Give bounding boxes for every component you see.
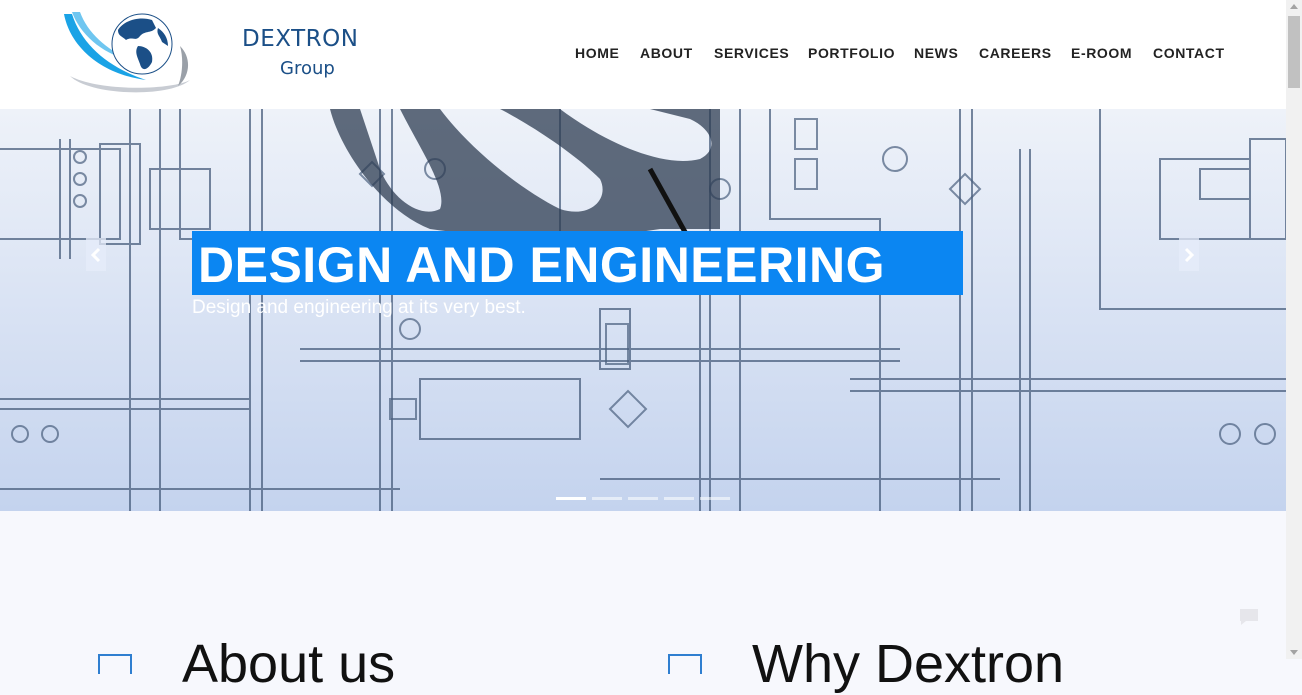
chevron-left-icon xyxy=(90,247,101,263)
why-icon xyxy=(668,654,702,674)
about-icon xyxy=(98,654,132,674)
slider-dot-2[interactable] xyxy=(592,497,622,500)
slider-dot-3[interactable] xyxy=(628,497,658,500)
chevron-right-icon xyxy=(1184,247,1195,263)
nav-services[interactable]: SERVICES xyxy=(714,45,789,61)
page-scrollbar[interactable] xyxy=(1286,0,1302,659)
hero-slider: DESIGN AND ENGINEERING Design and engine… xyxy=(0,109,1286,511)
nav-e-room[interactable]: E-ROOM xyxy=(1071,45,1132,61)
site-header: DEXTRON Group HOME ABOUT SERVICES PORTFO… xyxy=(0,0,1286,109)
about-section: About us Why Dextron xyxy=(0,511,1286,694)
slider-dot-1[interactable] xyxy=(556,497,586,500)
slider-next-button[interactable] xyxy=(1179,238,1199,271)
scroll-down-icon[interactable] xyxy=(1290,650,1298,655)
nav-home[interactable]: HOME xyxy=(575,45,619,61)
nav-news[interactable]: NEWS xyxy=(914,45,958,61)
nav-about[interactable]: ABOUT xyxy=(640,45,693,61)
nav-contact[interactable]: CONTACT xyxy=(1153,45,1225,61)
slider-pagination xyxy=(556,497,736,501)
slider-dot-5[interactable] xyxy=(700,497,730,500)
why-title: Why Dextron xyxy=(752,634,1065,694)
hero-subtitle: Design and engineering at its very best. xyxy=(192,297,526,318)
nav-careers[interactable]: CAREERS xyxy=(979,45,1052,61)
scroll-thumb[interactable] xyxy=(1288,16,1300,88)
slider-dot-4[interactable] xyxy=(664,497,694,500)
main-nav: HOME ABOUT SERVICES PORTFOLIO NEWS CAREE… xyxy=(0,45,1286,65)
slider-prev-button[interactable] xyxy=(86,238,106,271)
nav-portfolio[interactable]: PORTFOLIO xyxy=(808,45,895,61)
scroll-up-icon[interactable] xyxy=(1290,4,1298,9)
hero-title: DESIGN AND ENGINEERING xyxy=(198,237,886,293)
chat-icon[interactable] xyxy=(1238,607,1260,627)
about-title: About us xyxy=(182,634,396,694)
